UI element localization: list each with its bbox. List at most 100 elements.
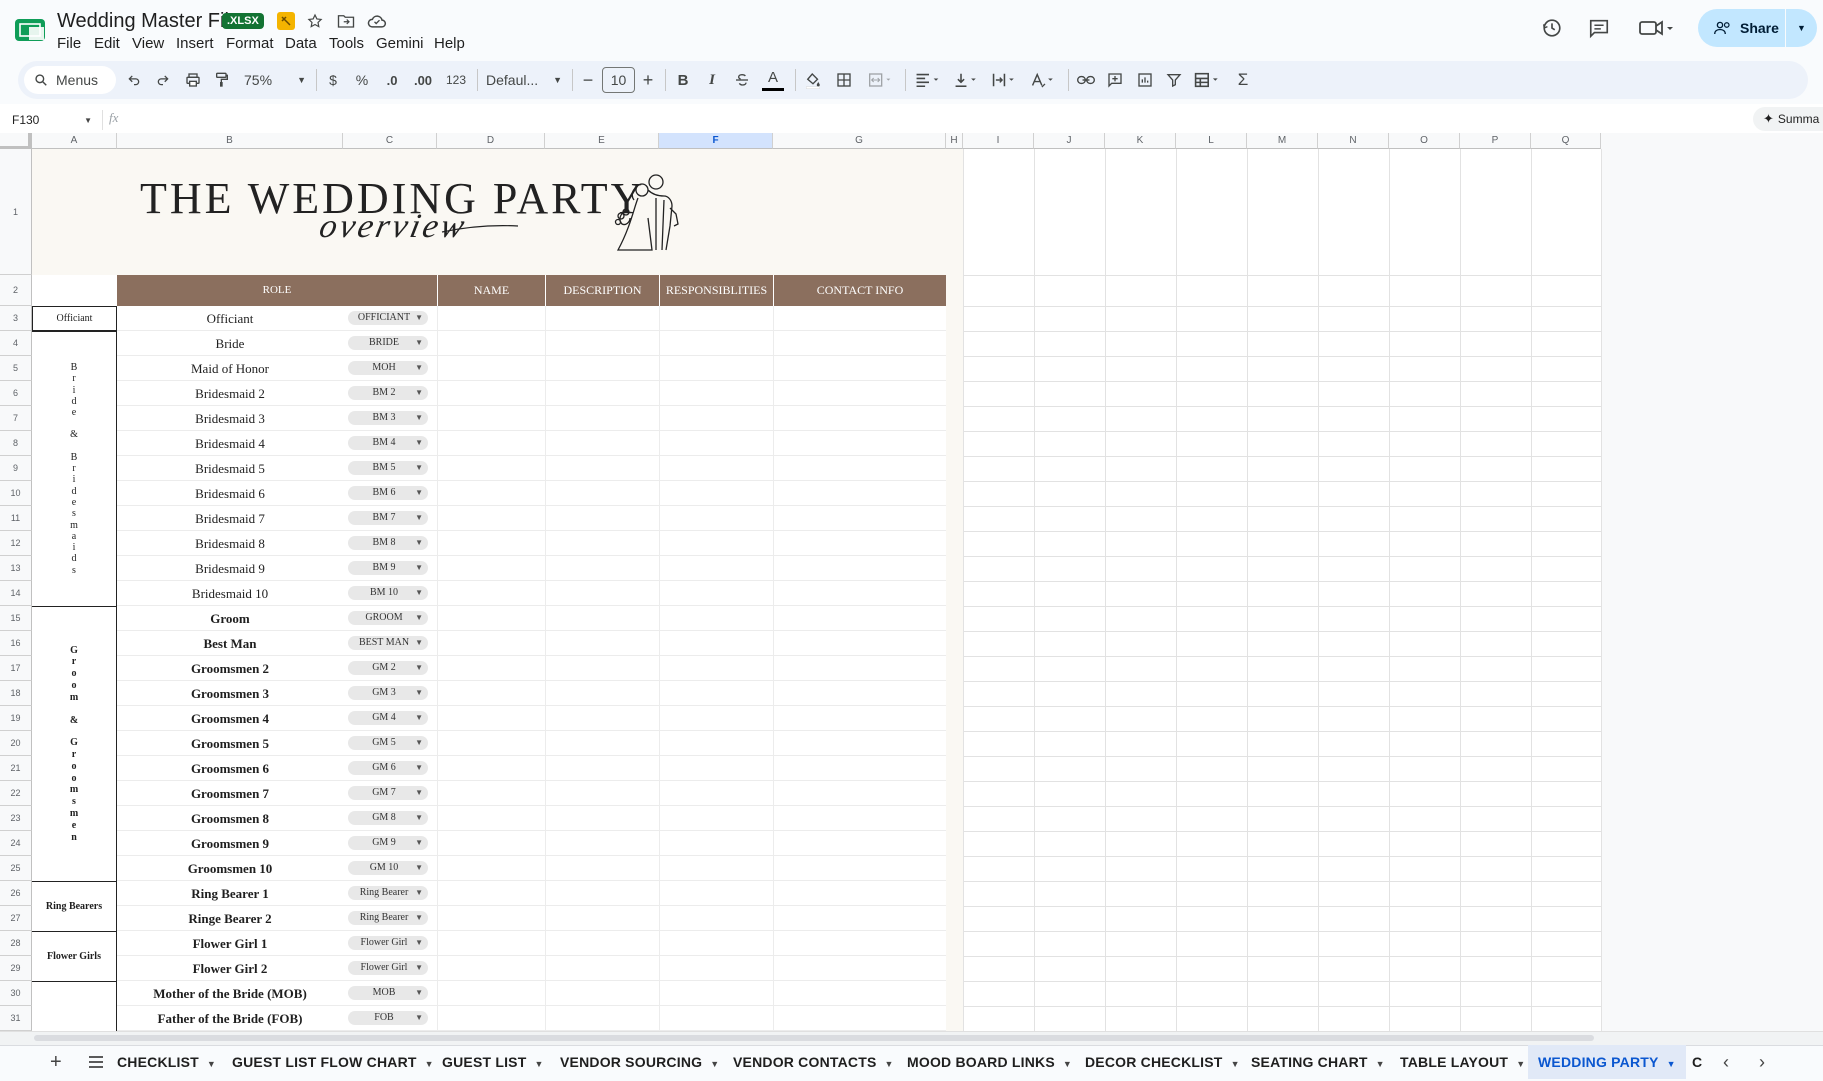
tab-guest-list[interactable]: GUEST LIST ▼ bbox=[442, 1045, 544, 1079]
column-header-e[interactable]: E bbox=[545, 133, 659, 149]
number-format-button[interactable]: 123 bbox=[444, 65, 468, 95]
role-cell[interactable]: Ringe Bearer 2 bbox=[117, 906, 343, 931]
table-cell[interactable] bbox=[545, 981, 659, 1006]
zoom-select[interactable]: 75% ▼ bbox=[244, 65, 306, 95]
table-cell[interactable] bbox=[437, 556, 545, 581]
row-header[interactable]: 25 bbox=[0, 856, 32, 881]
row-header[interactable]: 16 bbox=[0, 631, 32, 656]
row-header[interactable]: 10 bbox=[0, 481, 32, 506]
table-cell[interactable] bbox=[773, 631, 946, 656]
role-cell[interactable]: Flower Girl 2 bbox=[117, 956, 343, 981]
scroll-tabs-left-icon[interactable]: ‹ bbox=[1716, 1050, 1736, 1074]
table-cell[interactable] bbox=[773, 681, 946, 706]
table-cell[interactable] bbox=[545, 631, 659, 656]
column-header-j[interactable]: J bbox=[1034, 133, 1105, 149]
row-header[interactable]: 4 bbox=[0, 331, 32, 356]
name-box[interactable]: F130 ▼ bbox=[12, 110, 92, 130]
table-cell[interactable] bbox=[773, 1006, 946, 1031]
table-cell[interactable] bbox=[659, 431, 773, 456]
row-header[interactable]: 22 bbox=[0, 781, 32, 806]
role-dropdown-chip[interactable]: FOB ▼ bbox=[348, 1011, 428, 1025]
role-dropdown-chip[interactable]: BM 5 ▼ bbox=[348, 461, 428, 475]
table-cell[interactable] bbox=[545, 581, 659, 606]
row-header[interactable]: 26 bbox=[0, 881, 32, 906]
role-cell[interactable]: Bridesmaid 4 bbox=[117, 431, 343, 456]
role-cell[interactable]: Mother of the Bride (MOB) bbox=[117, 981, 343, 1006]
role-dropdown-chip[interactable]: MOH ▼ bbox=[348, 361, 428, 375]
menu-gemini[interactable]: Gemini bbox=[376, 35, 424, 52]
table-cell[interactable] bbox=[437, 631, 545, 656]
table-cell[interactable] bbox=[437, 406, 545, 431]
table-cell[interactable] bbox=[773, 881, 946, 906]
menu-edit[interactable]: Edit bbox=[94, 35, 120, 52]
table-cell[interactable] bbox=[437, 306, 545, 331]
insert-chart-icon[interactable] bbox=[1134, 65, 1156, 95]
role-cell[interactable]: Maid of Honor bbox=[117, 356, 343, 381]
table-cell[interactable] bbox=[437, 881, 545, 906]
row-header[interactable]: 14 bbox=[0, 581, 32, 606]
table-cell[interactable] bbox=[437, 531, 545, 556]
column-header-l[interactable]: L bbox=[1176, 133, 1247, 149]
table-cell[interactable] bbox=[437, 481, 545, 506]
table-cell[interactable] bbox=[437, 356, 545, 381]
menu-view[interactable]: View bbox=[132, 35, 164, 52]
tab-checklist[interactable]: CHECKLIST ▼ bbox=[117, 1045, 216, 1079]
menus-search[interactable]: Menus bbox=[24, 66, 116, 94]
role-dropdown-chip[interactable]: GM 7 ▼ bbox=[348, 786, 428, 800]
column-header-b[interactable]: B bbox=[117, 133, 343, 149]
table-cell[interactable] bbox=[659, 456, 773, 481]
table-cell[interactable] bbox=[773, 906, 946, 931]
role-cell[interactable]: Bridesmaid 10 bbox=[117, 581, 343, 606]
horizontal-align-icon[interactable] bbox=[913, 65, 945, 95]
table-cell[interactable] bbox=[773, 581, 946, 606]
role-cell[interactable]: Groomsmen 3 bbox=[117, 681, 343, 706]
menu-tools[interactable]: Tools bbox=[329, 35, 364, 52]
row-header[interactable]: 19 bbox=[0, 706, 32, 731]
role-cell[interactable]: Groom bbox=[117, 606, 343, 631]
table-cell[interactable] bbox=[437, 756, 545, 781]
role-cell[interactable]: Bridesmaid 5 bbox=[117, 456, 343, 481]
menu-format[interactable]: Format bbox=[226, 35, 274, 52]
row-header[interactable]: 17 bbox=[0, 656, 32, 681]
row-header[interactable]: 20 bbox=[0, 731, 32, 756]
functions-button[interactable]: Σ bbox=[1234, 65, 1252, 95]
role-cell[interactable]: Best Man bbox=[117, 631, 343, 656]
row-header[interactable]: 11 bbox=[0, 506, 32, 531]
row-header[interactable]: 1 bbox=[0, 149, 32, 275]
table-cell[interactable] bbox=[437, 581, 545, 606]
role-dropdown-chip[interactable]: BM 7 ▼ bbox=[348, 511, 428, 525]
row-header[interactable]: 12 bbox=[0, 531, 32, 556]
table-cell[interactable] bbox=[437, 506, 545, 531]
table-cell[interactable] bbox=[659, 381, 773, 406]
increase-decimal-button[interactable]: .00 bbox=[411, 65, 435, 95]
table-cell[interactable] bbox=[773, 931, 946, 956]
text-rotation-icon[interactable] bbox=[1029, 65, 1061, 95]
insert-link-icon[interactable] bbox=[1075, 65, 1097, 95]
table-cell[interactable] bbox=[773, 481, 946, 506]
table-cell[interactable] bbox=[545, 806, 659, 831]
table-cell[interactable] bbox=[437, 931, 545, 956]
role-dropdown-chip[interactable]: BM 9 ▼ bbox=[348, 561, 428, 575]
role-dropdown-chip[interactable]: BM 3 ▼ bbox=[348, 411, 428, 425]
table-cell[interactable] bbox=[437, 981, 545, 1006]
role-dropdown-chip[interactable]: Flower Girl ▼ bbox=[348, 936, 428, 950]
role-dropdown-chip[interactable]: BM 8 ▼ bbox=[348, 536, 428, 550]
italic-button[interactable]: I bbox=[704, 65, 720, 95]
table-cell[interactable] bbox=[773, 706, 946, 731]
table-cell[interactable] bbox=[659, 581, 773, 606]
table-cell[interactable] bbox=[437, 656, 545, 681]
table-cell[interactable] bbox=[545, 756, 659, 781]
tab-wedding-party[interactable]: WEDDING PARTY ▼ bbox=[1528, 1045, 1686, 1079]
role-cell[interactable]: Groomsmen 9 bbox=[117, 831, 343, 856]
role-dropdown-chip[interactable]: BEST MAN ▼ bbox=[348, 636, 428, 650]
role-dropdown-chip[interactable]: BM 6 ▼ bbox=[348, 486, 428, 500]
column-header-n[interactable]: N bbox=[1318, 133, 1389, 149]
table-cell[interactable] bbox=[545, 506, 659, 531]
tab-vendor-contacts[interactable]: VENDOR CONTACTS ▼ bbox=[733, 1045, 894, 1079]
scroll-tabs-right-icon[interactable]: › bbox=[1752, 1050, 1772, 1074]
role-cell[interactable]: Flower Girl 1 bbox=[117, 931, 343, 956]
table-cell[interactable] bbox=[659, 981, 773, 1006]
tab-guest-list-flow-chart[interactable]: GUEST LIST FLOW CHART ▼ bbox=[232, 1045, 434, 1079]
table-cell[interactable] bbox=[659, 881, 773, 906]
menu-data[interactable]: Data bbox=[285, 35, 317, 52]
